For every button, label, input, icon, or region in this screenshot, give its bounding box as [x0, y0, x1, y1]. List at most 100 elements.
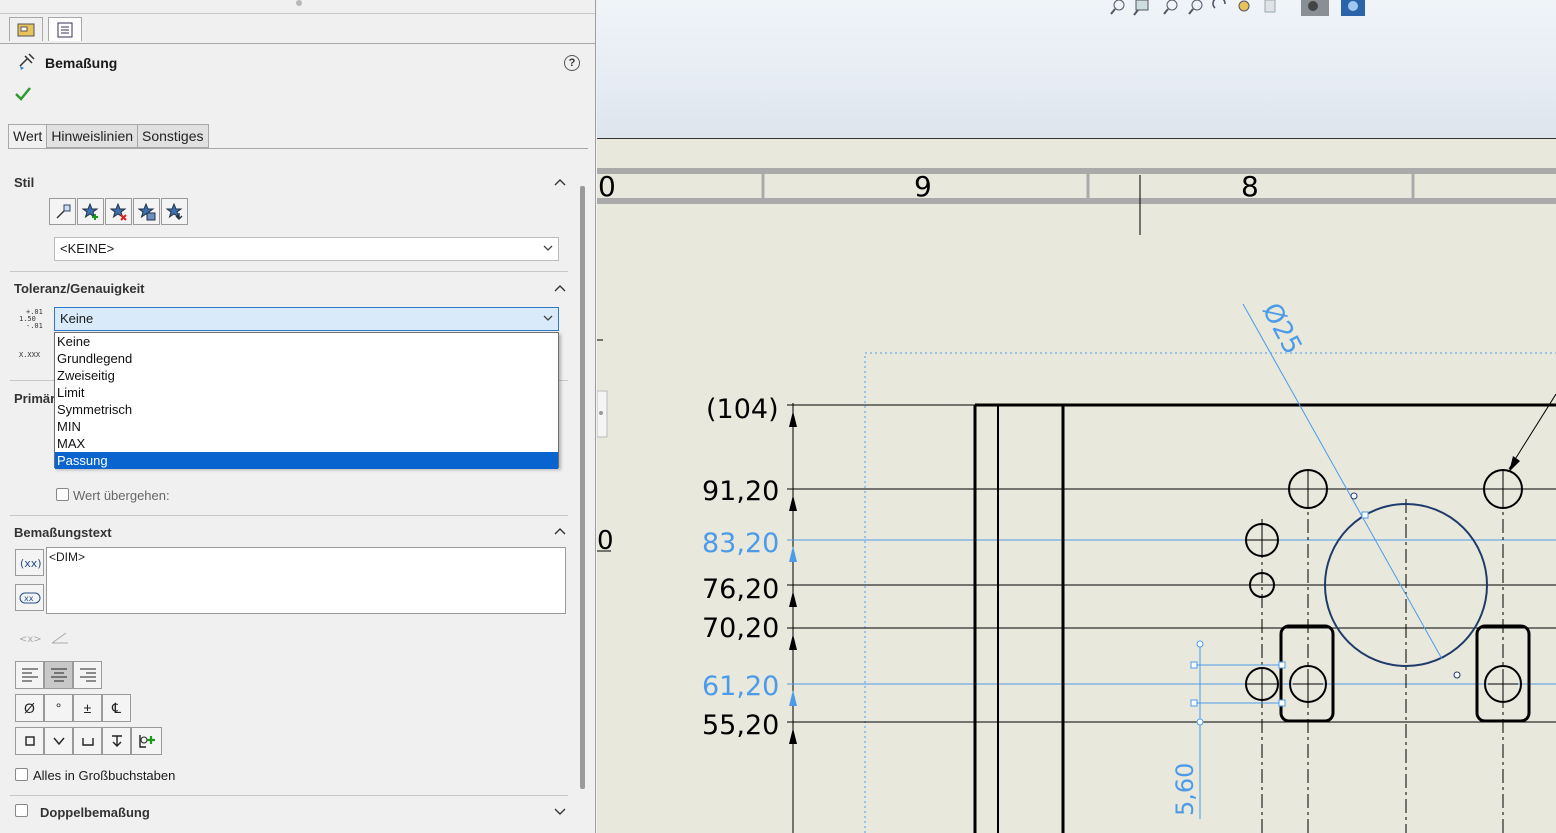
help-icon[interactable]: ? — [564, 55, 580, 71]
option-symmetrisch[interactable]: Symmetrisch — [55, 401, 558, 418]
centerline-symbol-button[interactable]: ℄ — [102, 694, 131, 722]
chevron-down-icon[interactable] — [553, 804, 567, 818]
star-save-icon — [137, 202, 155, 220]
star-delete-icon — [109, 202, 127, 221]
option-grundlegend[interactable]: Grundlegend — [55, 350, 558, 367]
svg-text:<x>: <x> — [19, 634, 41, 644]
heads-up-view-toolbar[interactable] — [1109, 0, 1374, 18]
dimension-text[interactable]: 55,20 — [702, 710, 779, 741]
chevron-up-icon[interactable] — [553, 524, 567, 538]
align-left-button[interactable] — [15, 661, 44, 689]
dimension-handle[interactable] — [1190, 661, 1198, 669]
zoom-to-area-icon[interactable] — [1133, 0, 1149, 16]
load-style-button[interactable] — [161, 198, 188, 225]
display-style-icon[interactable] — [1301, 0, 1329, 16]
align-right-icon — [79, 668, 96, 682]
panel-title: Bemaßung — [45, 55, 118, 71]
dimension-text[interactable]: 70,20 — [702, 613, 779, 644]
section-heading-bemassungstext: Bemaßungstext — [14, 525, 112, 540]
align-right-button[interactable] — [73, 661, 102, 689]
countersink-symbol-button[interactable] — [44, 727, 73, 755]
chevron-down-icon — [543, 315, 553, 321]
star-load-icon — [165, 202, 182, 220]
ok-checkmark-icon[interactable] — [14, 86, 32, 102]
rotate-view-icon[interactable] — [1212, 0, 1226, 9]
add-style-button[interactable] — [77, 198, 104, 225]
option-passung[interactable]: Passung — [55, 452, 558, 469]
divider — [10, 795, 568, 796]
depth-icon — [111, 735, 122, 747]
counterbore-symbol-button[interactable] — [73, 727, 102, 755]
chevron-up-icon[interactable] — [553, 175, 567, 189]
dimension-text-input[interactable]: <DIM> — [46, 547, 566, 614]
dimension-arrow — [789, 690, 797, 706]
drawing-view[interactable]: 0 9 8 0 (104) 91,20 83,20 76,20 70,20 61… — [597, 139, 1556, 833]
inspection-dimension-button[interactable]: xx — [15, 584, 44, 611]
dimension-text[interactable]: (104) — [706, 394, 779, 425]
leader-handle[interactable] — [1350, 492, 1358, 500]
angle-text-icon[interactable] — [50, 630, 70, 646]
diameter-leader[interactable] — [1242, 303, 1443, 660]
plus-minus-symbol-button[interactable]: ± — [73, 694, 102, 722]
dimension-text-selected[interactable]: 61,20 — [702, 671, 779, 702]
dimension-handle[interactable] — [1190, 699, 1198, 707]
depth-symbol-button[interactable] — [102, 727, 131, 755]
dual-dimension-checkbox[interactable] — [15, 804, 28, 817]
more-symbols-button[interactable] — [131, 727, 162, 755]
scrollbar-thumb[interactable] — [580, 186, 585, 789]
dimension-text[interactable]: 91,20 — [702, 476, 779, 507]
override-value-checkbox[interactable] — [56, 488, 69, 501]
pan-icon[interactable] — [1238, 0, 1250, 12]
override-value-label: Wert übergehen: — [73, 488, 170, 503]
appearance-icon[interactable] — [1341, 0, 1365, 16]
zoom-in-out-icon[interactable] — [1163, 0, 1178, 15]
tab-sonstiges[interactable]: Sonstiges — [137, 124, 209, 148]
dimension-icon — [19, 53, 35, 70]
uppercase-checkbox[interactable] — [15, 768, 28, 781]
view-boundary — [864, 352, 1556, 833]
chevron-up-icon[interactable] — [553, 281, 567, 295]
dimension-handle[interactable] — [1196, 718, 1204, 726]
zone-label: 9 — [914, 170, 932, 203]
tolerance-type-combobox[interactable]: Keine — [54, 307, 559, 331]
diameter-symbol-button[interactable]: Ø — [15, 694, 44, 722]
apply-style-button[interactable] — [49, 198, 76, 225]
style-combobox[interactable]: <KEINE> — [54, 237, 559, 261]
style-combobox-value: <KEINE> — [60, 241, 115, 256]
save-style-button[interactable] — [133, 198, 160, 225]
view-orientation-icon[interactable] — [1264, 0, 1276, 13]
square-icon — [24, 736, 35, 746]
dimension-handle[interactable] — [1278, 699, 1286, 707]
feature-tree-tab[interactable] — [48, 17, 82, 41]
drawing-canvas[interactable]: 0 9 8 0 (104) 91,20 83,20 76,20 70,20 61… — [597, 0, 1556, 833]
add-parenthesis-button[interactable]: (xx) — [15, 549, 44, 576]
dimension-text[interactable]: 76,20 — [702, 574, 779, 605]
leader-handle[interactable] — [1453, 671, 1461, 679]
dimension-text-selected[interactable]: 83,20 — [702, 528, 779, 559]
option-zweiseitig[interactable]: Zweiseitig — [55, 367, 558, 384]
property-manager-tab[interactable] — [9, 17, 43, 41]
tab-wert[interactable]: Wert — [8, 124, 48, 149]
tab-hinweislinien[interactable]: Hinweislinien — [46, 124, 139, 148]
diameter-dimension-text[interactable]: Ø25 — [1256, 298, 1308, 359]
list-icon — [57, 22, 73, 37]
vertical-dimension-text[interactable]: 5,60 — [1171, 763, 1199, 816]
degree-symbol-button[interactable]: ° — [44, 694, 73, 722]
zoom-to-fit-icon[interactable] — [1110, 0, 1125, 15]
dimension-handle[interactable] — [1278, 661, 1286, 669]
delete-style-button[interactable] — [105, 198, 132, 225]
section-heading-stil: Stil — [14, 175, 35, 190]
text-move-icon[interactable]: <x> — [19, 632, 41, 644]
splitter-grip[interactable] — [296, 0, 302, 6]
option-min[interactable]: MIN — [55, 418, 558, 435]
option-max[interactable]: MAX — [55, 435, 558, 452]
leader-handle[interactable] — [1361, 511, 1369, 519]
zoom-selection-icon[interactable] — [1188, 0, 1203, 15]
option-keine[interactable]: Keine — [55, 333, 558, 350]
divider — [10, 515, 568, 516]
align-center-button[interactable] — [44, 661, 73, 689]
dimension-handle[interactable] — [1196, 640, 1204, 648]
option-limit[interactable]: Limit — [55, 384, 558, 401]
square-symbol-button[interactable] — [15, 727, 44, 755]
chevron-down-icon — [543, 245, 553, 251]
